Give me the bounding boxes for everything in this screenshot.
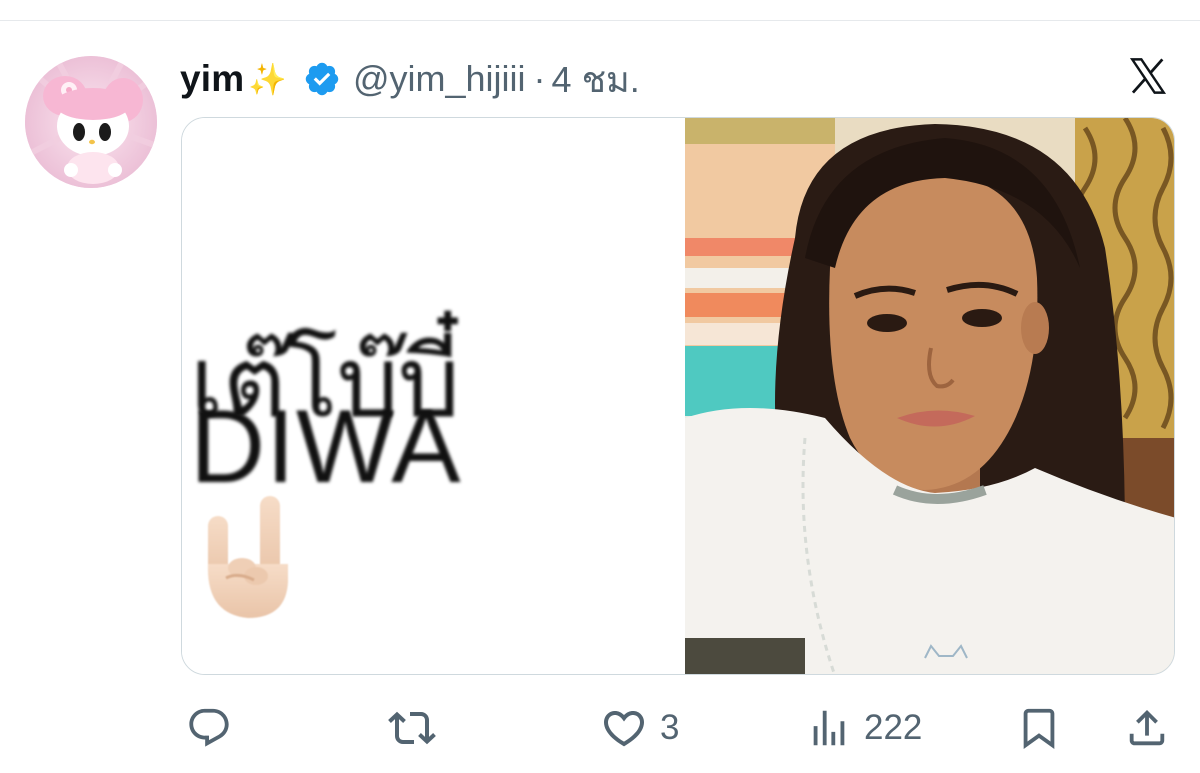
tweet-header: yim ✨ @yim_hijiii · 4 ชม. xyxy=(180,54,640,104)
view-count: 222 xyxy=(864,708,923,747)
views-icon xyxy=(806,705,852,751)
bookmark-icon xyxy=(1016,705,1062,751)
bookmark-button[interactable] xyxy=(1016,700,1062,756)
views-button[interactable]: 222 xyxy=(806,700,922,756)
tweet-media[interactable]: เต๊โบ๊บี๋ DIWA xyxy=(181,117,1175,675)
selfie-photo[interactable] xyxy=(685,118,1174,674)
like-button[interactable]: 3 xyxy=(600,700,679,756)
like-count: 3 xyxy=(660,708,680,747)
share-icon xyxy=(1124,705,1170,751)
share-button[interactable] xyxy=(1124,700,1170,756)
verified-badge-icon[interactable] xyxy=(303,60,341,98)
action-bar: 3 222 xyxy=(0,700,1200,756)
rock-hand-emoji-icon xyxy=(202,494,302,624)
avatar[interactable] xyxy=(25,56,157,188)
media-latin-text: DIWA xyxy=(190,389,462,505)
user-handle[interactable]: @yim_hijiii xyxy=(353,58,526,100)
avatar-image xyxy=(25,56,157,188)
heart-icon xyxy=(600,704,648,752)
display-name[interactable]: yim xyxy=(180,58,244,100)
retweet-button[interactable] xyxy=(388,700,448,756)
reply-icon xyxy=(186,705,232,751)
reply-button[interactable] xyxy=(186,700,244,756)
retweet-icon xyxy=(388,704,436,752)
timestamp[interactable]: 4 ชม. xyxy=(552,51,640,108)
media-text-image[interactable]: เต๊โบ๊บี๋ DIWA xyxy=(182,118,685,674)
top-divider xyxy=(0,20,1200,21)
separator-dot: · xyxy=(533,58,546,99)
x-logo-icon[interactable] xyxy=(1126,55,1170,97)
sparkles-emoji: ✨ xyxy=(248,61,287,97)
